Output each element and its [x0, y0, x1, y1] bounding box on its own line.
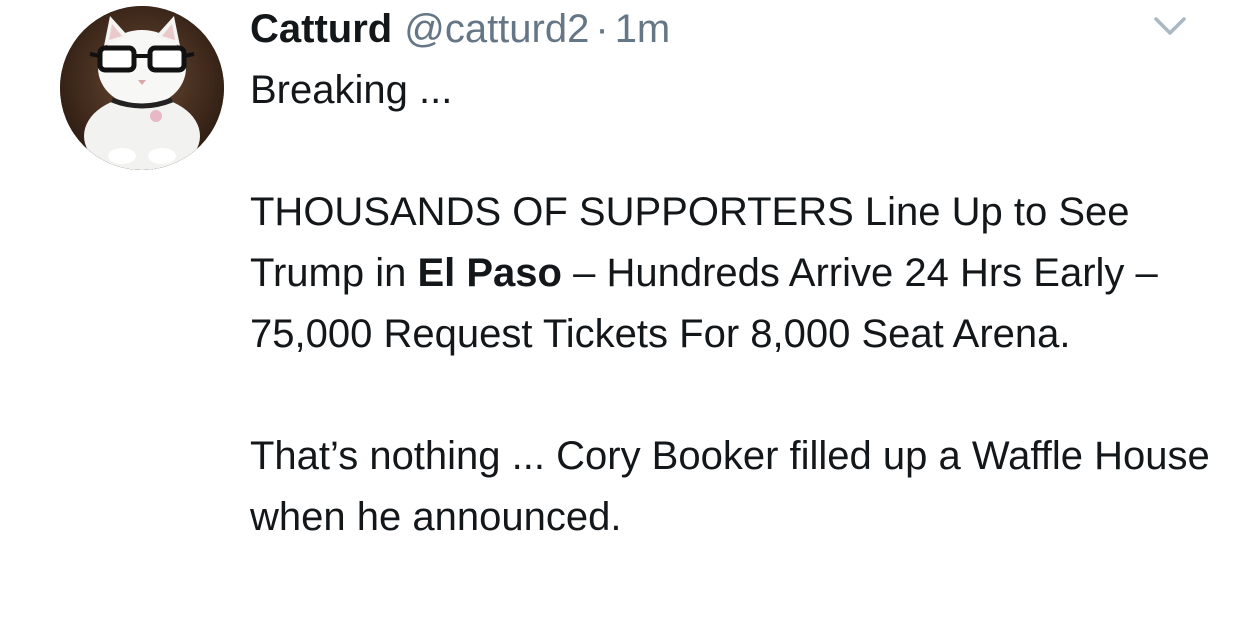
tweet-text-paragraph-2: THOUSANDS OF SUPPORTERS Line Up to See T…: [250, 182, 1210, 365]
tweet-text: Breaking ... THOUSANDS OF SUPPORTERS Lin…: [250, 60, 1210, 548]
tweet[interactable]: Catturd @catturd2 · 1m Breaking ... THOU…: [0, 0, 1242, 637]
display-name[interactable]: Catturd: [250, 6, 392, 52]
tweet-header: Catturd @catturd2 · 1m: [250, 6, 670, 52]
user-handle[interactable]: @catturd2: [404, 6, 589, 52]
separator-dot: ·: [595, 7, 609, 51]
chevron-down-icon[interactable]: [1152, 14, 1188, 38]
avatar[interactable]: [60, 6, 224, 170]
bold-place-name: El Paso: [417, 251, 562, 295]
tweet-text-line-1: Breaking ...: [250, 68, 453, 112]
cat-avatar-icon: [60, 6, 224, 170]
tweet-text-paragraph-3: That’s nothing ... Cory Booker filled up…: [250, 434, 1210, 539]
timestamp[interactable]: 1m: [615, 6, 671, 52]
